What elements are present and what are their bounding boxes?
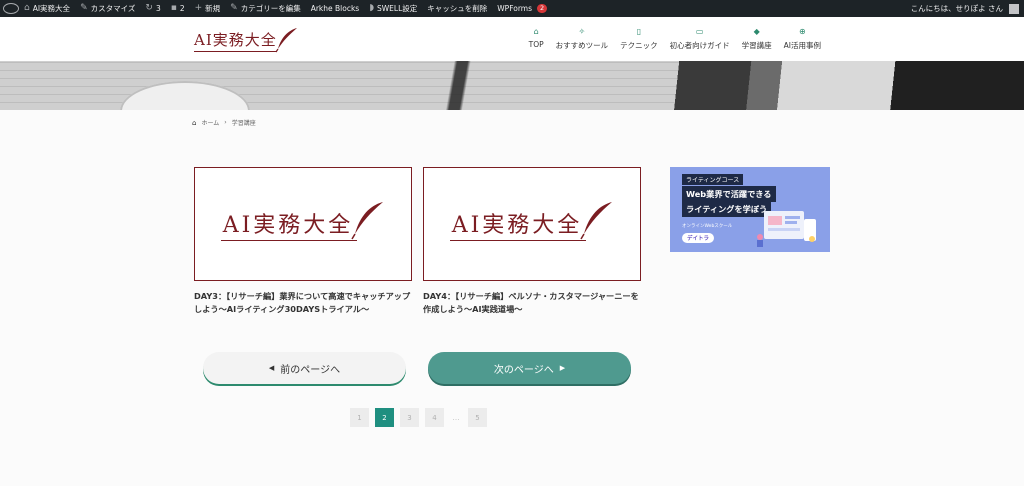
ad-brand: デイトラ xyxy=(682,233,715,243)
adminbar-comments[interactable]: ▪ 2 xyxy=(166,0,190,17)
page-link-5[interactable]: 5 xyxy=(468,408,487,427)
adminbar-arkhe-label: Arkhe Blocks xyxy=(310,4,360,13)
wpforms-badge: 2 xyxy=(537,4,548,13)
quill-icon xyxy=(275,28,297,53)
page-current: 2 xyxy=(375,408,394,427)
avatar xyxy=(1009,3,1019,14)
wordpress-logo-icon[interactable] xyxy=(3,3,19,14)
pencil-icon: ✎ xyxy=(230,3,238,13)
breadcrumb-current: 学習講座 xyxy=(231,120,256,127)
graduation-cap-icon: ◆ xyxy=(753,27,760,36)
caret-right-icon: ▶ xyxy=(559,364,566,372)
adminbar-customize-label: カスタマイズ xyxy=(90,4,136,13)
adminbar-swell[interactable]: ◗ SWELL設定 xyxy=(364,0,422,17)
adminbar-cache-label: キャッシュを削除 xyxy=(427,4,488,13)
post-card[interactable]: AI実務大全 DAY3：【リサーチ編】業界について高速でキャッチアップしよう〜A… xyxy=(194,167,412,315)
post-card[interactable]: AI実務大全 DAY4：【リサーチ編】ペルソナ・カスタマージャーニーを作成しよう… xyxy=(423,167,641,315)
ad-tag: ライティングコース xyxy=(682,174,744,185)
page-link-3[interactable]: 3 xyxy=(400,408,419,427)
adminbar-site[interactable]: ⌂ AI実務大全 xyxy=(19,0,75,17)
adminbar-wpforms[interactable]: WPForms 2 xyxy=(492,0,552,17)
adminbar-account[interactable]: こんにちは、せりぽよ さん xyxy=(906,0,1024,17)
breadcrumb-home-icon: ⌂ xyxy=(192,118,197,127)
hero-image xyxy=(0,61,1024,110)
post-card-title[interactable]: DAY3：【リサーチ編】業界について高速でキャッチアップしよう〜AIライティング… xyxy=(194,290,412,315)
ad-illustration xyxy=(757,211,816,247)
pagination-ellipsis: … xyxy=(452,413,460,422)
adminbar-site-label: AI実務大全 xyxy=(32,4,71,13)
page-link-1[interactable]: 1 xyxy=(350,408,369,427)
nav-item-beginners-label: 初心者向けガイド xyxy=(669,41,730,50)
adminbar-edit-category-label: カテゴリーを編集 xyxy=(240,4,301,13)
post-card-logo-text: AI実務大全 xyxy=(449,207,587,241)
adminbar-arkhe[interactable]: Arkhe Blocks xyxy=(306,0,365,17)
caret-left-icon: ◀ xyxy=(268,364,275,372)
nav-item-top[interactable]: ⌂ TOP xyxy=(523,27,550,51)
post-card-logo: AI実務大全 xyxy=(449,202,615,241)
adminbar-new[interactable]: + 新規 xyxy=(190,0,226,17)
id-card-icon: ▭ xyxy=(695,27,704,36)
home-icon: ⌂ xyxy=(533,27,539,36)
adminbar-edit-category[interactable]: ✎ カテゴリーを編集 xyxy=(225,0,306,17)
breadcrumb: ⌂ ホーム › 学習講座 xyxy=(192,118,256,128)
pagination: 1 2 3 4 … 5 xyxy=(350,408,487,427)
home-icon: ⌂ xyxy=(24,3,30,13)
sidebar-ad-banner[interactable]: ライティングコース Web業界で活躍できる ライティングを学ぼう オンラインWe… xyxy=(670,167,830,252)
site-header: AI実務大全 ⌂ TOP ✧ おすすめツール ▯ テクニック ▭ 初心者向けガイ… xyxy=(0,17,1024,61)
ad-headline-1: Web業界で活躍できる xyxy=(682,186,776,202)
adminbar-new-label: 新規 xyxy=(205,4,221,13)
book-icon: ▯ xyxy=(636,27,642,36)
adminbar-greeting: こんにちは、せりぽよ さん xyxy=(910,4,1003,13)
adminbar-updates[interactable]: ↻ 3 xyxy=(140,0,165,17)
ad-subtext: オンラインWebスクール xyxy=(682,224,733,229)
nav-item-tools[interactable]: ✧ おすすめツール xyxy=(550,27,615,51)
nav-item-top-label: TOP xyxy=(528,40,544,49)
breadcrumb-home[interactable]: ホーム xyxy=(201,118,219,127)
nav-item-courses[interactable]: ◆ 学習講座 xyxy=(736,27,778,51)
comment-icon: ▪ xyxy=(170,3,177,13)
nav-item-beginners[interactable]: ▭ 初心者向けガイド xyxy=(664,27,736,51)
magnifier-icon: ⊕ xyxy=(798,27,806,36)
post-card-thumbnail[interactable]: AI実務大全 xyxy=(423,167,641,281)
refresh-icon: ↻ xyxy=(145,3,153,13)
post-card-thumbnail[interactable]: AI実務大全 xyxy=(194,167,412,281)
wrench-icon: ✧ xyxy=(578,27,586,36)
adminbar-updates-count: 3 xyxy=(155,4,161,13)
prev-page-button[interactable]: ◀ 前のページへ xyxy=(203,352,406,384)
swell-logo-icon: ◗ xyxy=(369,3,374,13)
post-card-logo: AI実務大全 xyxy=(220,202,386,241)
nav-item-courses-label: 学習講座 xyxy=(741,41,772,50)
nav-item-cases-label: AI活用事例 xyxy=(783,41,821,50)
site-logo[interactable]: AI実務大全 xyxy=(194,26,300,54)
brush-icon: ✎ xyxy=(80,3,88,13)
adminbar-customize[interactable]: ✎ カスタマイズ xyxy=(75,0,140,17)
nav-item-cases[interactable]: ⊕ AI活用事例 xyxy=(778,27,827,51)
post-card-title[interactable]: DAY4：【リサーチ編】ペルソナ・カスタマージャーニーを作成しよう〜AI実践道場… xyxy=(423,290,641,315)
page-link-4[interactable]: 4 xyxy=(425,408,444,427)
global-nav: ⌂ TOP ✧ おすすめツール ▯ テクニック ▭ 初心者向けガイド ◆ 学習講… xyxy=(523,27,827,51)
adminbar-wpforms-label: WPForms xyxy=(497,4,532,13)
quill-icon xyxy=(580,202,613,240)
hero-cup-shape xyxy=(120,81,250,110)
next-page-label: 次のページへ xyxy=(493,364,554,376)
next-page-button[interactable]: 次のページへ ▶ xyxy=(428,352,631,384)
nav-item-techniques[interactable]: ▯ テクニック xyxy=(614,27,664,51)
adminbar-swell-label: SWELL設定 xyxy=(376,4,418,13)
quill-icon xyxy=(351,202,384,240)
adminbar-comments-count: 2 xyxy=(179,4,185,13)
nav-item-tools-label: おすすめツール xyxy=(555,41,609,50)
prev-page-label: 前のページへ xyxy=(280,364,341,376)
adminbar-cache[interactable]: キャッシュを削除 xyxy=(422,0,492,17)
plus-icon: + xyxy=(194,3,203,13)
admin-bar: ⌂ AI実務大全 ✎ カスタマイズ ↻ 3 ▪ 2 + 新規 ✎ カテゴリーを編… xyxy=(0,0,1024,17)
site-logo-text: AI実務大全 xyxy=(194,29,277,52)
nav-item-techniques-label: テクニック xyxy=(620,41,658,50)
breadcrumb-separator-icon: › xyxy=(224,119,227,126)
post-card-logo-text: AI実務大全 xyxy=(220,207,358,241)
